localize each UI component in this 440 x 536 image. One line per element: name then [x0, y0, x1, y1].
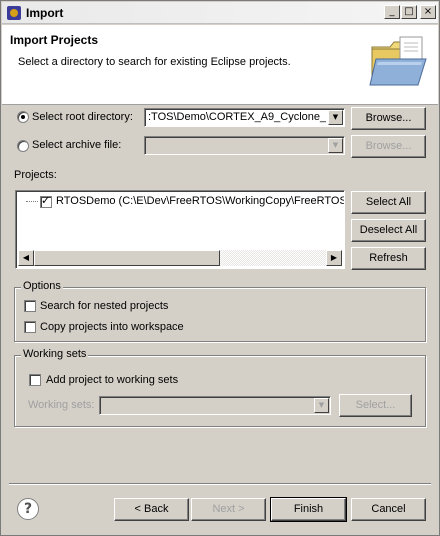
add-to-working-sets-checkbox[interactable] [29, 374, 41, 386]
add-to-working-sets-label: Add project to working sets [46, 374, 179, 386]
scroll-left-icon[interactable]: ◀ [18, 250, 34, 266]
project-checkbox[interactable] [40, 194, 52, 208]
deselect-all-button[interactable]: Deselect All [351, 219, 426, 242]
help-icon[interactable]: ? [17, 498, 39, 520]
finish-button[interactable]: Finish [270, 497, 347, 522]
options-legend: Options [21, 280, 63, 292]
browse-directory-button[interactable]: Browse... [351, 107, 426, 130]
select-all-button[interactable]: Select All [351, 191, 426, 214]
chevron-down-icon[interactable]: ▼ [328, 138, 343, 153]
root-directory-value: :TOS\Demo\CORTEX_A9_Cyclone_V_ [148, 111, 326, 123]
nested-projects-checkbox[interactable] [24, 300, 36, 312]
browse-archive-button[interactable]: Browse... [351, 135, 426, 158]
scroll-right-icon[interactable]: ▶ [326, 250, 342, 266]
chevron-down-icon[interactable]: ▼ [314, 398, 329, 413]
root-directory-label: Select root directory: [32, 111, 133, 123]
back-button[interactable]: < Back [114, 498, 189, 521]
root-directory-radio[interactable] [17, 111, 29, 123]
tree-line [26, 201, 38, 202]
page-title: Import Projects [10, 33, 99, 47]
scroll-thumb[interactable] [34, 250, 220, 266]
refresh-button[interactable]: Refresh [351, 247, 426, 270]
horizontal-scrollbar[interactable]: ◀ ▶ [18, 250, 342, 266]
import-dialog: Import _ □ × Import Projects Select a di… [0, 0, 440, 536]
copy-projects-checkbox[interactable] [24, 321, 36, 333]
working-sets-label: Working sets: [28, 399, 95, 411]
copy-projects-label: Copy projects into workspace [40, 321, 184, 333]
close-button[interactable]: × [420, 5, 436, 19]
select-working-sets-button[interactable]: Select... [339, 394, 412, 417]
projects-list[interactable]: RTOSDemo (C:\E\Dev\FreeRTOS\WorkingCopy\… [15, 190, 345, 269]
archive-file-radio[interactable] [17, 140, 29, 152]
next-button[interactable]: Next > [191, 498, 266, 521]
archive-file-label: Select archive file: [32, 139, 122, 151]
title-bar: Import _ □ × [2, 2, 438, 24]
working-sets-legend: Working sets [21, 348, 89, 360]
window-title: Import [26, 6, 64, 20]
maximize-button[interactable]: □ [401, 5, 417, 19]
options-group: Options [14, 280, 426, 342]
eclipse-icon [7, 6, 21, 20]
chevron-down-icon[interactable]: ▼ [328, 110, 343, 125]
working-sets-combo[interactable]: ▼ [99, 396, 331, 415]
projects-label: Projects: [14, 169, 57, 181]
cancel-button[interactable]: Cancel [351, 498, 426, 521]
minimize-button[interactable]: _ [384, 5, 400, 19]
project-label: RTOSDemo (C:\E\Dev\FreeRTOS\WorkingCopy\… [56, 195, 345, 207]
wizard-header: Import Projects Select a directory to se… [2, 25, 438, 105]
root-directory-combo[interactable]: :TOS\Demo\CORTEX_A9_Cyclone_V_ ▼ [144, 108, 345, 127]
open-folder-icon [369, 36, 427, 86]
nested-projects-label: Search for nested projects [40, 300, 169, 312]
page-description: Select a directory to search for existin… [18, 56, 291, 68]
footer-separator [9, 483, 431, 485]
archive-file-combo[interactable]: ▼ [144, 136, 345, 155]
